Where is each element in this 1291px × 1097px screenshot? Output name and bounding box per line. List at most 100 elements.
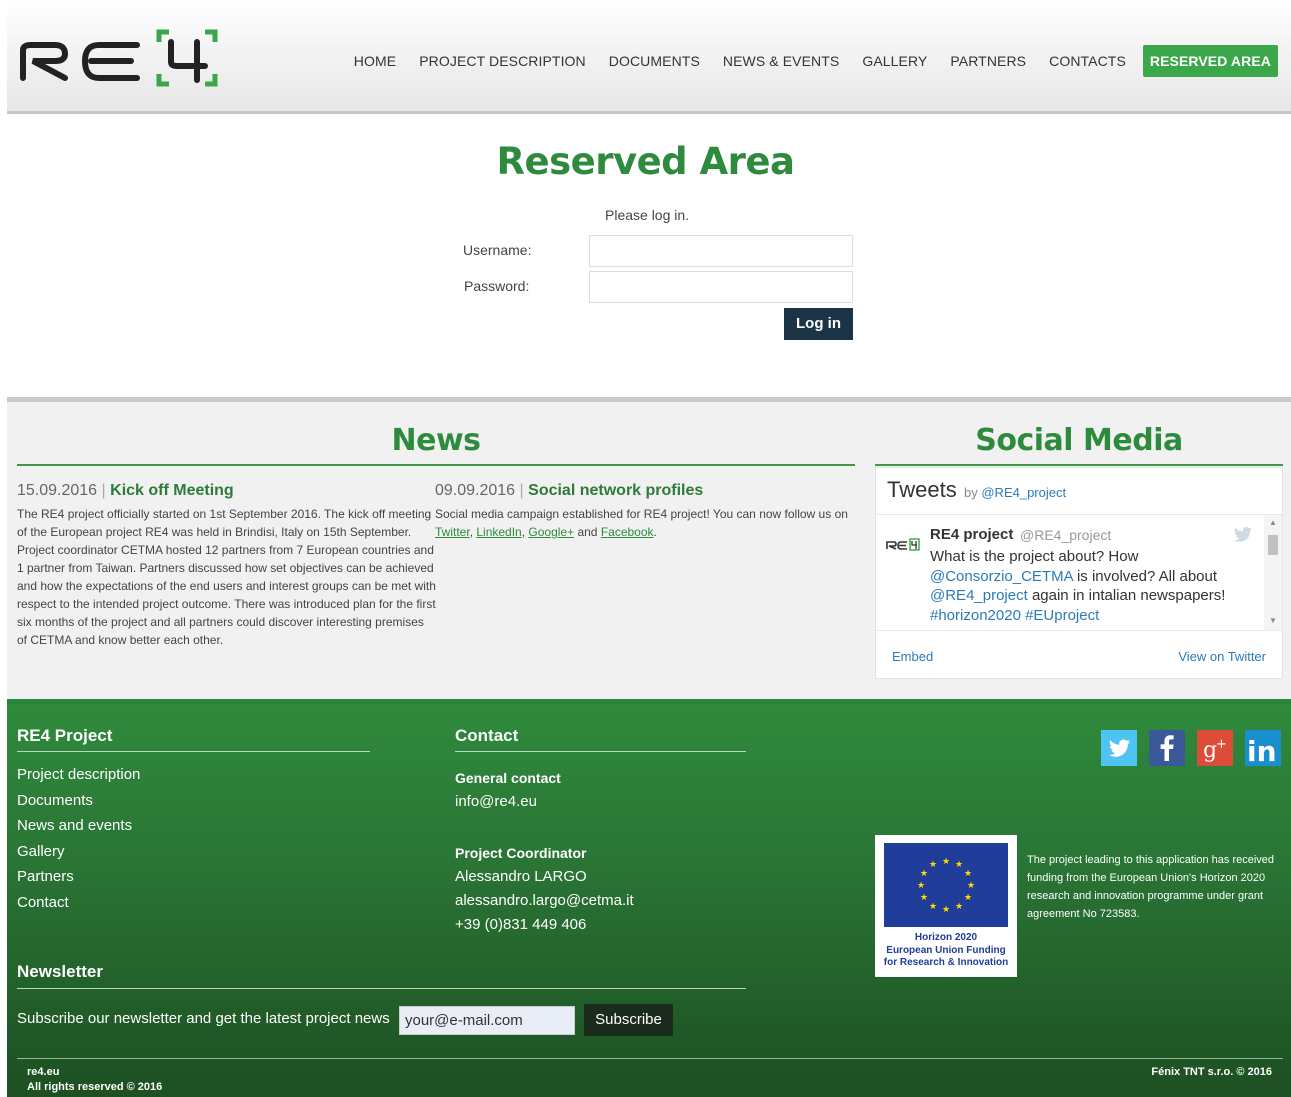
- google-plus-link[interactable]: Google+: [528, 525, 574, 539]
- login-button[interactable]: Log in: [784, 308, 853, 340]
- re4-avatar-icon[interactable]: [886, 537, 920, 551]
- eu-caption: Horizon 2020 European Union Funding for …: [875, 932, 1017, 970]
- general-contact-email[interactable]: info@re4.eu: [455, 790, 561, 814]
- tweet-author-name[interactable]: RE4 project: [930, 526, 1013, 543]
- news-item-2-header: 09.09.2016 | Social network profiles: [435, 482, 703, 500]
- eu-flag-logo: ★ ★ ★ ★ ★ ★ ★ ★ ★ ★ ★ ★ Horizon 2020 European Un…: [875, 835, 1017, 977]
- linkedin-link[interactable]: LinkedIn: [476, 525, 521, 539]
- footer-divider: [17, 988, 746, 989]
- scroll-thumb[interactable]: [1268, 535, 1278, 555]
- scroll-down-icon[interactable]: ▼: [1269, 616, 1277, 625]
- news-item-1-body: The RE4 project officially started on 1s…: [17, 507, 436, 647]
- and-text: and: [577, 525, 598, 539]
- tweet-author-handle[interactable]: @RE4_project: [1020, 527, 1111, 543]
- news-separator: |: [101, 482, 106, 499]
- general-contact-label: General contact: [455, 770, 561, 786]
- password-input[interactable]: [589, 271, 853, 303]
- site-link[interactable]: re4.eu: [27, 1065, 162, 1080]
- tweet-scrollbar[interactable]: ▲ ▼: [1264, 515, 1282, 630]
- social-media-heading: Social Media: [975, 423, 1183, 458]
- eu-caption-line: for Research & Innovation: [883, 957, 1009, 968]
- username-label: Username:: [463, 242, 532, 258]
- nav-gallery[interactable]: GALLERY: [862, 53, 927, 69]
- twitter-icon[interactable]: [1101, 730, 1137, 766]
- re4-logo[interactable]: [19, 28, 219, 88]
- footer-divider: [17, 751, 370, 752]
- coordinator-phone: +39 (0)831 449 406: [455, 916, 587, 933]
- tweet-text-part: again in intalian newspapers!: [1027, 587, 1226, 604]
- subscribe-button[interactable]: Subscribe: [584, 1004, 673, 1036]
- news-item-1-header: 15.09.2016 | Kick off Meeting: [17, 482, 234, 500]
- linkedin-icon[interactable]: in: [1245, 730, 1281, 766]
- news-title-link[interactable]: Social network profiles: [528, 482, 703, 499]
- twitter-link[interactable]: Twitter: [435, 525, 470, 539]
- newsletter-heading: Newsletter: [17, 962, 103, 981]
- tweets-title: Tweets: [887, 477, 957, 502]
- facebook-icon[interactable]: [1149, 730, 1185, 766]
- twitter-timeline-widget: Tweets by @RE4_project RE4 project @RE4_…: [875, 467, 1283, 679]
- tweet-text-part: What is the project about? How: [930, 548, 1139, 565]
- footer-link-contact[interactable]: Contact: [17, 894, 140, 920]
- period: .: [653, 525, 657, 539]
- tweet-list[interactable]: RE4 project @RE4_project What is the pro…: [877, 514, 1282, 631]
- nav-reserved-area[interactable]: RESERVED AREA: [1142, 45, 1278, 77]
- by-label: by: [964, 485, 978, 500]
- footer-project-heading: RE4 Project: [17, 726, 113, 745]
- username-input[interactable]: [589, 235, 853, 267]
- project-coordinator: Project Coordinator Alessandro LARGO ale…: [455, 841, 634, 937]
- footer-link-news-events[interactable]: News and events: [17, 817, 140, 843]
- svg-text:+: +: [1216, 737, 1227, 752]
- news-separator: |: [519, 482, 524, 499]
- coordinator-label: Project Coordinator: [455, 845, 587, 861]
- svg-text:in: in: [1247, 735, 1277, 766]
- footer-credit[interactable]: Fénix TNT s.r.o. © 2016: [1151, 1065, 1272, 1080]
- social-divider: [875, 464, 1283, 466]
- footer-link-partners[interactable]: Partners: [17, 868, 140, 894]
- footer-link-gallery[interactable]: Gallery: [17, 843, 140, 869]
- footer-divider: [455, 751, 746, 752]
- twitter-bird-icon[interactable]: [1234, 527, 1252, 542]
- tweet-text-part: is involved? All about: [1072, 567, 1218, 585]
- svg-text:★: ★: [955, 902, 963, 912]
- svg-text:g: g: [1203, 738, 1217, 763]
- mention-link[interactable]: @Consorzio_CETMA: [930, 568, 1073, 585]
- news-divider: [17, 464, 855, 466]
- eu-flag-icon: ★ ★★ ★★★ ★★★ ★★★: [884, 843, 1008, 927]
- site-header: HOME PROJECT DESCRIPTION DOCUMENTS NEWS …: [7, 0, 1291, 114]
- main-nav: HOME PROJECT DESCRIPTION DOCUMENTS NEWS …: [331, 45, 1278, 77]
- footer-link-project-description[interactable]: Project description: [17, 766, 140, 792]
- news-title-link[interactable]: Kick off Meeting: [110, 482, 234, 499]
- nav-home[interactable]: HOME: [354, 53, 396, 69]
- google-plus-icon[interactable]: g +: [1197, 730, 1233, 766]
- embed-link[interactable]: Embed: [892, 649, 933, 664]
- newsletter-email-input[interactable]: your@e-mail.com: [399, 1006, 575, 1035]
- news-heading: News: [391, 423, 481, 458]
- general-contact: General contact info@re4.eu: [455, 766, 561, 814]
- svg-text:★: ★: [967, 881, 975, 891]
- mention-link[interactable]: @RE4_project: [930, 587, 1028, 604]
- nav-partners[interactable]: PARTNERS: [950, 53, 1026, 69]
- nav-news-events[interactable]: NEWS & EVENTS: [723, 53, 839, 69]
- news-date: 09.09.2016: [435, 482, 516, 499]
- coordinator-email[interactable]: alessandro.largo@cetma.it: [455, 889, 634, 913]
- nav-documents[interactable]: DOCUMENTS: [609, 53, 700, 69]
- tweets-by-handle-link[interactable]: @RE4_project: [981, 485, 1066, 500]
- nav-project-description[interactable]: PROJECT DESCRIPTION: [419, 53, 586, 69]
- eu-caption-line: Horizon 2020: [914, 932, 978, 943]
- view-on-twitter-link[interactable]: View on Twitter: [1178, 649, 1266, 664]
- password-label: Password:: [464, 278, 530, 294]
- login-prompt: Please log in.: [605, 207, 690, 223]
- svg-text:★: ★: [942, 905, 950, 915]
- footer-link-documents[interactable]: Documents: [17, 792, 140, 818]
- eu-funding-text: The project leading to this application …: [1027, 854, 1275, 920]
- facebook-link[interactable]: Facebook: [601, 525, 654, 539]
- svg-text:★: ★: [942, 857, 950, 867]
- newsletter-text: Subscribe our newsletter and get the lat…: [17, 1010, 390, 1027]
- nav-contacts[interactable]: CONTACTS: [1049, 53, 1126, 69]
- news-date: 15.09.2016: [17, 482, 98, 499]
- svg-text:★: ★: [929, 860, 937, 870]
- hashtag-links[interactable]: #horizon2020 #EUproject: [930, 607, 1099, 624]
- footer-project-links: Project description Documents News and e…: [17, 766, 140, 920]
- eu-caption-line: European Union Funding: [886, 944, 1006, 956]
- scroll-up-icon[interactable]: ▲: [1269, 518, 1277, 527]
